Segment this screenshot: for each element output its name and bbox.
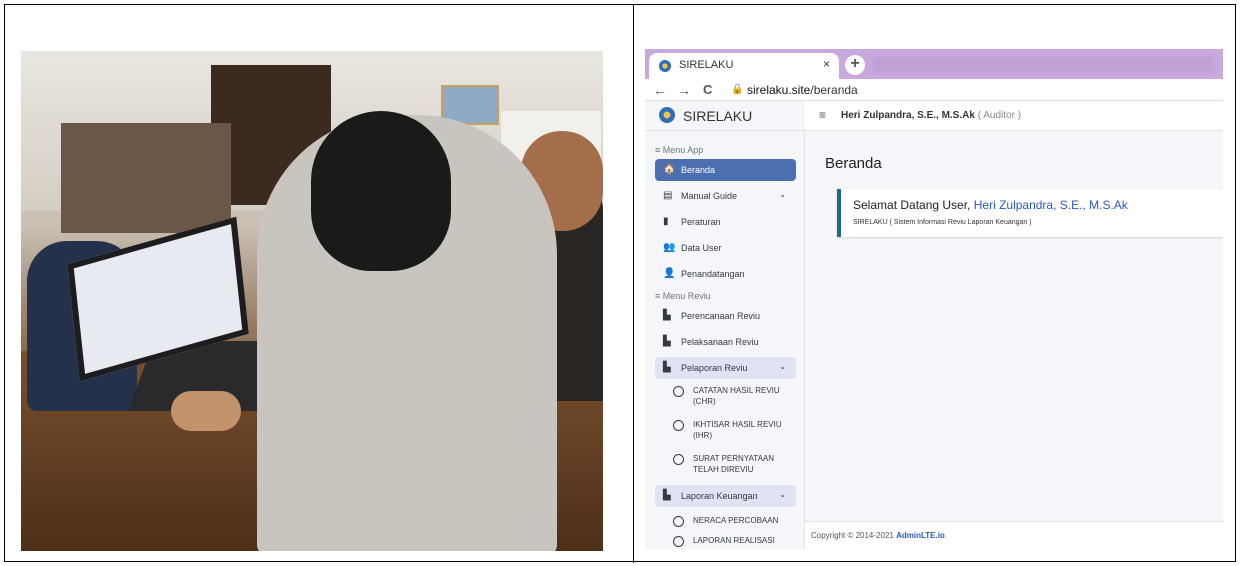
navbar-user-name: Heri Zulpandra, S.E., M.S.Ak bbox=[841, 110, 975, 121]
favicon-icon bbox=[659, 60, 671, 72]
welcome-prefix: Selamat Datang User, bbox=[853, 198, 974, 212]
sidebar-item-beranda[interactable]: 🏠 Beranda bbox=[655, 159, 796, 181]
sidebar-item-label: Laporan Keuangan bbox=[681, 491, 758, 501]
sidebar-item-label: Beranda bbox=[681, 165, 716, 175]
navbar-user[interactable]: Heri Zulpandra, S.E., M.S.Ak ( Auditor ) bbox=[841, 110, 1021, 121]
brand-text: SIRELAKU bbox=[683, 108, 753, 124]
sidebar-subitem-surat-pernyataan[interactable]: SURAT PERNYATAAN TELAH DIREVIU bbox=[673, 453, 797, 477]
sidebar-item-peraturan[interactable]: ▮ Peraturan bbox=[655, 211, 796, 233]
photo-head-front bbox=[311, 111, 451, 271]
forward-arrow-icon[interactable]: → bbox=[677, 82, 691, 98]
sidebar-item-label: Pelaporan Reviu bbox=[681, 363, 748, 373]
menu-header-app: ≡ Menu App bbox=[655, 145, 704, 155]
top-navbar: ≡ Heri Zulpandra, S.E., M.S.Ak ( Auditor… bbox=[805, 101, 1223, 131]
browser-window: SIRELAKU × + ← → C 🔒 sirelaku.site/beran… bbox=[645, 49, 1223, 549]
copyright-suffix: . bbox=[944, 531, 948, 540]
reload-icon[interactable]: C bbox=[703, 82, 712, 97]
page-footer: Copyright © 2014-2021 AdminLTE.io. bbox=[805, 521, 1223, 549]
sidebar-item-label: Penandatangan bbox=[681, 269, 745, 279]
file-invoice-icon: ▙ bbox=[663, 490, 671, 501]
menu-header-reviu: ≡ Menu Reviu bbox=[655, 291, 711, 301]
photo-hand bbox=[171, 391, 241, 431]
sidebar-subitem-ihr[interactable]: IKHTISAR HASIL REVIU (IHR) bbox=[673, 419, 797, 443]
brand-logo-icon bbox=[659, 107, 675, 123]
home-icon: 🏠 bbox=[663, 164, 676, 175]
app-page: SIRELAKU ≡ Menu App 🏠 Beranda ▤ Manual G… bbox=[645, 101, 1223, 549]
circle-icon bbox=[673, 516, 684, 527]
sidebar-item-perencanaan-reviu[interactable]: ▙ Perencanaan Reviu bbox=[655, 305, 796, 327]
office-photo bbox=[21, 51, 603, 551]
chevron-down-icon: ⌄ bbox=[779, 190, 786, 199]
users-icon: 👥 bbox=[663, 242, 676, 253]
content-wrapper: Beranda Selamat Datang User, Heri Zulpan… bbox=[805, 131, 1223, 521]
page-title: Beranda bbox=[825, 155, 882, 172]
chevron-down-icon: ⌄ bbox=[779, 490, 786, 499]
sidebar-subitem-label: IKHTISAR HASIL REVIU (IHR) bbox=[693, 420, 782, 440]
sidebar-item-data-user[interactable]: 👥 Data User bbox=[655, 237, 796, 259]
lock-icon: 🔒 bbox=[731, 84, 744, 95]
sidebar-item-penandatangan[interactable]: 👤 Penandatangan bbox=[655, 263, 796, 285]
address-bar: ← → C 🔒 sirelaku.site/beranda bbox=[645, 79, 1223, 101]
chevron-down-icon: ⌄ bbox=[779, 362, 786, 371]
figure-frame: SIRELAKU × + ← → C 🔒 sirelaku.site/beran… bbox=[4, 4, 1236, 563]
sidebar-item-manual-guide[interactable]: ▤ Manual Guide ⌄ bbox=[655, 185, 796, 207]
file-icon: ▙ bbox=[663, 362, 671, 373]
sidebar-item-pelaporan-reviu[interactable]: ▙ Pelaporan Reviu ⌄ bbox=[655, 357, 796, 379]
tab-bar: SIRELAKU × + bbox=[645, 49, 1223, 79]
sidebar-item-pelaksanaan-reviu[interactable]: ▙ Pelaksanaan Reviu bbox=[655, 331, 796, 353]
tab-close-icon[interactable]: × bbox=[823, 57, 830, 71]
circle-icon bbox=[673, 420, 684, 431]
file-icon: ▙ bbox=[663, 336, 671, 347]
copyright-prefix: Copyright © 2014-2021 bbox=[811, 531, 897, 540]
sidebar-subitem-label: SURAT PERNYATAAN TELAH DIREVIU bbox=[693, 454, 775, 474]
url-host: sirelaku.site bbox=[747, 83, 811, 97]
sidebar-subitem-label: CATATAN HASIL REVIU (CHR) bbox=[693, 386, 780, 406]
user-icon: 👤 bbox=[663, 268, 676, 279]
file-icon: ▙ bbox=[663, 310, 671, 321]
tab-title: SIRELAKU bbox=[679, 59, 734, 71]
new-tab-button[interactable]: + bbox=[845, 55, 865, 75]
panel-divider bbox=[633, 5, 634, 563]
welcome-subtitle: SIRELAKU ( Sistem Informasi Reviu Lapora… bbox=[853, 219, 1032, 226]
photo-shelf bbox=[61, 123, 231, 233]
circle-icon bbox=[673, 536, 684, 547]
circle-icon bbox=[673, 386, 684, 397]
sidebar-subitem-neraca-percobaan[interactable]: NERACA PERCOBAAN bbox=[673, 515, 797, 529]
navbar-user-role: ( Auditor ) bbox=[977, 110, 1022, 121]
adminlte-link[interactable]: AdminLTE.io bbox=[896, 531, 945, 540]
sidebar-subitem-laporan-realisasi[interactable]: LAPORAN REALISASI bbox=[673, 535, 797, 549]
sidebar-item-label: Data User bbox=[681, 243, 722, 253]
sidebar: SIRELAKU ≡ Menu App 🏠 Beranda ▤ Manual G… bbox=[645, 101, 805, 549]
copyright-text: Copyright © 2014-2021 AdminLTE.io. bbox=[811, 531, 947, 540]
sidebar-subitem-label: NERACA PERCOBAAN bbox=[693, 516, 779, 525]
sidebar-subitem-chr[interactable]: CATATAN HASIL REVIU (CHR) bbox=[673, 385, 797, 409]
sidebar-subitem-label: LAPORAN REALISASI bbox=[693, 536, 775, 545]
hamburger-menu-icon[interactable]: ≡ bbox=[819, 108, 826, 122]
sidebar-item-label: Pelaksanaan Reviu bbox=[681, 337, 759, 347]
welcome-callout: Selamat Datang User, Heri Zulpandra, S.E… bbox=[837, 189, 1223, 237]
sidebar-item-laporan-keuangan[interactable]: ▙ Laporan Keuangan ⌄ bbox=[655, 485, 796, 507]
sidebar-item-label: Perencanaan Reviu bbox=[681, 311, 761, 321]
browser-tab[interactable]: SIRELAKU × bbox=[649, 53, 839, 79]
circle-icon bbox=[673, 454, 684, 465]
book-icon: ▤ bbox=[663, 190, 673, 201]
bookmark-icon: ▮ bbox=[663, 216, 669, 227]
url-path: /beranda bbox=[810, 83, 858, 97]
welcome-user-name: Heri Zulpandra, S.E., M.S.Ak bbox=[973, 198, 1128, 212]
welcome-heading: Selamat Datang User, Heri Zulpandra, S.E… bbox=[853, 198, 1128, 212]
sidebar-item-label: Manual Guide bbox=[681, 191, 738, 201]
brand-link[interactable]: SIRELAKU bbox=[645, 101, 805, 131]
blurred-tabs bbox=[873, 57, 1213, 73]
url-field[interactable]: sirelaku.site/beranda bbox=[747, 83, 858, 97]
sidebar-item-label: Peraturan bbox=[681, 217, 721, 227]
back-arrow-icon[interactable]: ← bbox=[653, 82, 667, 98]
